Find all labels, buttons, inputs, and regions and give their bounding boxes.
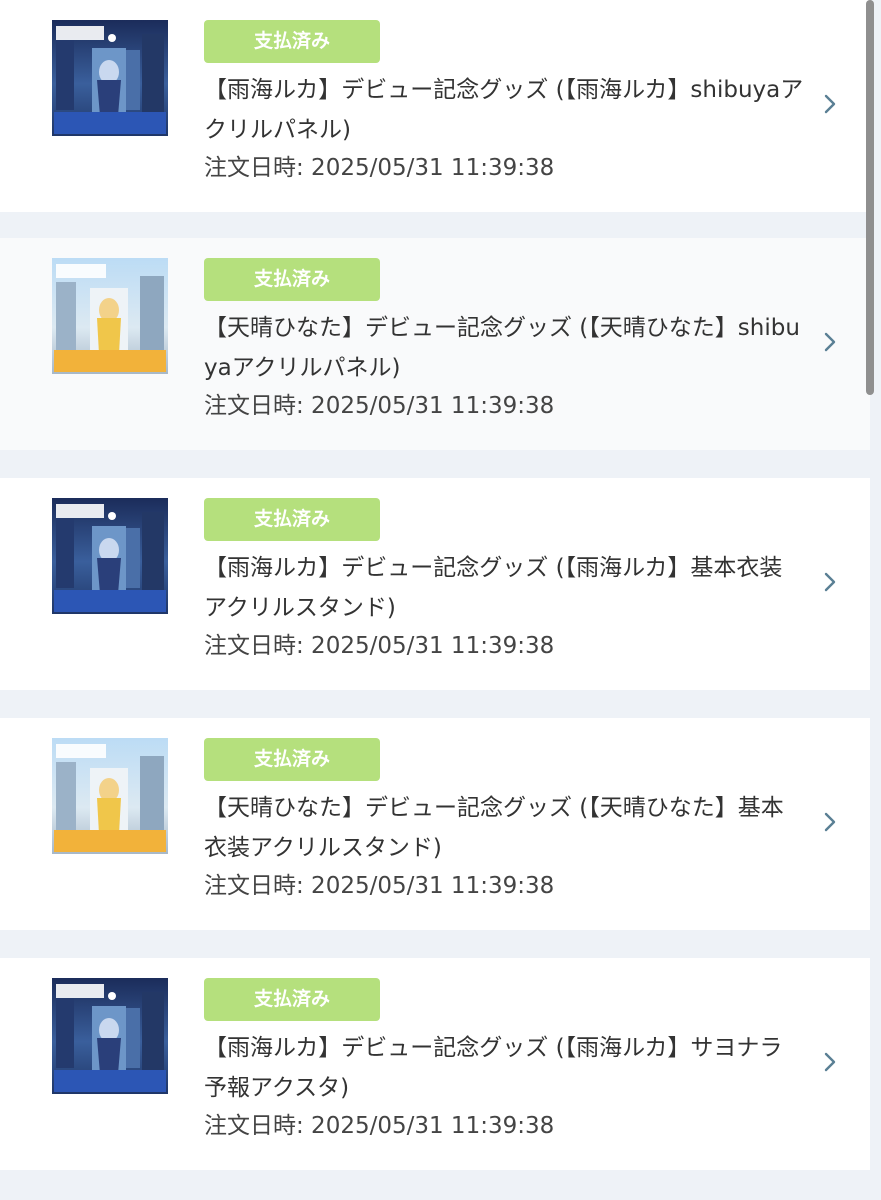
status-badge: 支払済み: [204, 738, 380, 781]
order-item[interactable]: 支払済み 【雨海ルカ】デビュー記念グッズ (【雨海ルカ】基本衣装アクリルスタンド…: [0, 478, 870, 690]
order-date: 注文日時: 2025/05/31 11:39:38: [204, 873, 555, 899]
chevron-right-icon: [824, 1052, 836, 1072]
order-item[interactable]: 支払済み 【天晴ひなた】デビュー記念グッズ (【天晴ひなた】基本衣装アクリルスタ…: [0, 718, 870, 930]
product-title: 【雨海ルカ】デビュー記念グッズ (【雨海ルカ】サヨナラ予報アクスタ): [204, 1035, 783, 1101]
product-thumbnail: [52, 20, 168, 136]
status-badge: 支払済み: [204, 20, 380, 63]
product-thumbnail: [52, 498, 168, 614]
product-thumbnail: [52, 738, 168, 854]
status-badge: 支払済み: [204, 258, 380, 301]
product-title: 【天晴ひなた】デビュー記念グッズ (【天晴ひなた】基本衣装アクリルスタンド): [204, 795, 784, 861]
product-thumbnail: [52, 258, 168, 374]
order-item[interactable]: 支払済み 【雨海ルカ】デビュー記念グッズ (【雨海ルカ】shibuyaアクリルパ…: [0, 0, 870, 212]
chevron-right-icon: [824, 332, 836, 352]
chevron-right-icon: [824, 812, 836, 832]
order-date: 注文日時: 2025/05/31 11:39:38: [204, 393, 555, 419]
scrollbar-thumb[interactable]: [866, 0, 874, 395]
product-title: 【雨海ルカ】デビュー記念グッズ (【雨海ルカ】shibuyaアクリルパネル): [204, 77, 804, 143]
order-item[interactable]: 支払済み 【雨海ルカ】デビュー記念グッズ (【雨海ルカ】サヨナラ予報アクスタ) …: [0, 958, 870, 1170]
product-title: 【天晴ひなた】デビュー記念グッズ (【天晴ひなた】shibuyaアクリルパネル): [204, 315, 800, 381]
status-badge: 支払済み: [204, 978, 380, 1021]
order-date: 注文日時: 2025/05/31 11:39:38: [204, 1113, 555, 1139]
status-badge: 支払済み: [204, 498, 380, 541]
chevron-right-icon: [824, 94, 836, 114]
order-date: 注文日時: 2025/05/31 11:39:38: [204, 155, 555, 181]
product-thumbnail: [52, 978, 168, 1094]
order-item[interactable]: 支払済み 【天晴ひなた】デビュー記念グッズ (【天晴ひなた】shibuyaアクリ…: [0, 238, 870, 450]
order-date: 注文日時: 2025/05/31 11:39:38: [204, 633, 555, 659]
product-title: 【雨海ルカ】デビュー記念グッズ (【雨海ルカ】基本衣装アクリルスタンド): [204, 555, 783, 621]
chevron-right-icon: [824, 572, 836, 592]
